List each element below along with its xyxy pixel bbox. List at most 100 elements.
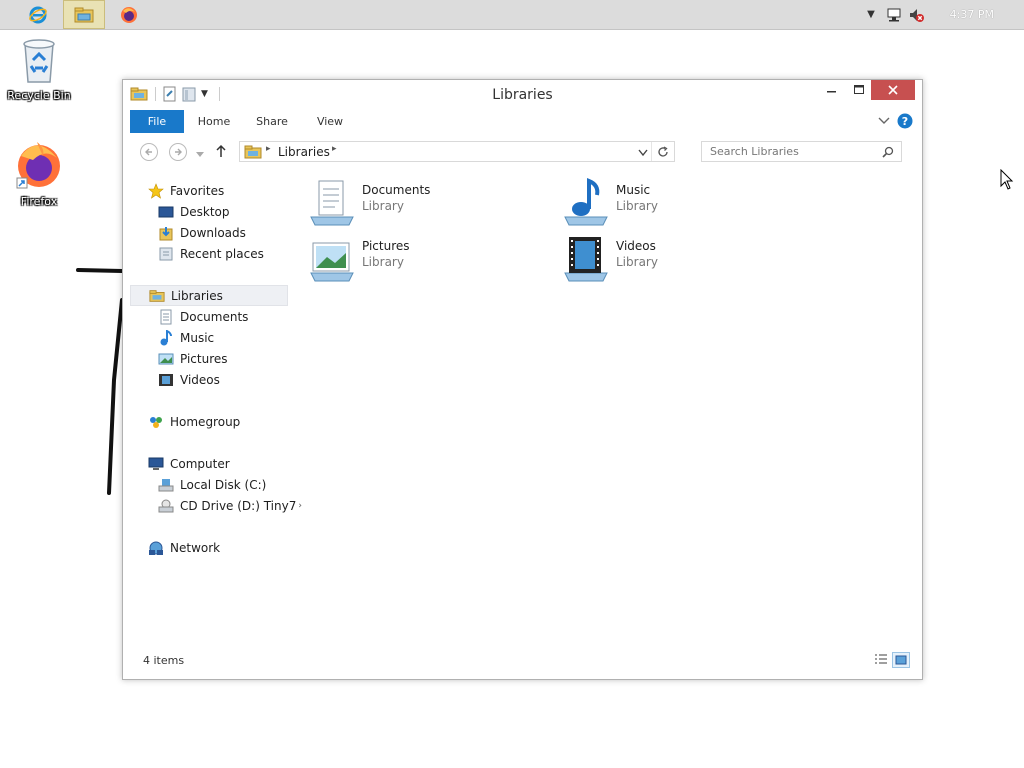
nav-local-disk[interactable]: Local Disk (C:) [158,474,266,495]
file-list: Documents Library Music Library Pictures… [293,175,903,625]
close-icon [888,85,898,95]
recent-places-icon [159,247,173,260]
library-item-videos[interactable]: Videos Library [561,233,801,283]
item-count: 4 items [143,654,185,667]
details-view-button[interactable] [874,653,888,668]
up-button[interactable] [215,144,227,161]
nav-label: Videos [180,372,220,387]
documents-icon [310,180,354,226]
nav-libraries[interactable]: Libraries [130,285,288,306]
music-icon [564,178,608,226]
library-item-music[interactable]: Music Library [561,177,801,227]
libraries-icon [149,289,165,302]
chevron-down-icon [196,152,204,157]
address-bar[interactable]: ▸ Libraries ▸ [239,141,675,162]
tab-view[interactable]: View [308,110,352,133]
title-bar[interactable]: ▼ Libraries [123,80,922,108]
search-box[interactable]: Search Libraries [701,141,902,162]
tab-home[interactable]: Home [192,110,236,133]
maximize-icon [853,85,864,94]
library-name: Documents [362,183,431,197]
tab-file[interactable]: File [130,110,184,133]
arrow-left-icon [145,148,152,156]
videos-icon [564,237,608,282]
library-name: Music [616,183,651,197]
nav-homegroup[interactable]: Homegroup [148,411,240,432]
nav-label: Local Disk (C:) [180,477,267,492]
expand-ribbon-button[interactable] [878,115,890,129]
music-icon [160,329,172,345]
large-icons-view-button[interactable] [892,652,910,668]
breadcrumb-libraries[interactable]: Libraries [278,145,330,159]
nav-computer[interactable]: Computer [148,453,230,474]
recent-locations-button[interactable] [196,147,204,161]
status-bar: 4 items [130,651,914,671]
minimize-button[interactable] [818,80,846,100]
nav-music[interactable]: Music [158,327,214,348]
tab-share[interactable]: Share [250,110,294,133]
nav-label: Desktop [180,204,230,219]
nav-cd-drive[interactable]: CD Drive (D:) Tiny7 › [158,495,302,516]
forward-button[interactable] [169,143,187,161]
nav-videos[interactable]: Videos [158,369,220,390]
library-type: Library [616,255,658,269]
pictures-icon [310,242,354,282]
arrow-right-icon [175,148,182,156]
nav-label: Libraries [171,288,223,303]
help-button[interactable]: ? [897,113,913,132]
videos-icon [159,373,173,386]
details-view-icon [875,654,887,664]
homegroup-icon [150,416,162,428]
nav-label: Computer [170,456,230,471]
navigation-bar: ▸ Libraries ▸ Search Libraries [130,140,914,164]
nav-label: Favorites [170,183,225,198]
library-name: Videos [616,239,656,253]
library-item-documents[interactable]: Documents Library [307,177,547,227]
search-icon[interactable] [882,146,894,158]
breadcrumb-separator-icon[interactable]: ▸ [266,144,271,154]
minimize-icon [827,91,836,93]
nav-label: Music [180,330,215,345]
chevron-down-icon [638,149,648,157]
star-icon [148,182,164,199]
nav-label: Pictures [180,351,228,366]
library-type: Library [362,199,404,213]
pictures-icon [158,353,174,364]
back-button[interactable] [140,143,158,161]
library-name: Pictures [362,239,410,253]
documents-icon [160,309,172,324]
address-history-button[interactable] [638,146,648,160]
nav-desktop[interactable]: Desktop [158,201,230,222]
ribbon-tab-bar: File Home Share View ? [130,110,914,133]
nav-documents[interactable]: Documents [158,306,248,327]
search-placeholder: Search Libraries [710,145,799,158]
nav-label: Documents [180,309,249,324]
libraries-icon [244,145,262,159]
close-button[interactable] [871,80,915,100]
refresh-icon [658,145,668,157]
downloads-icon [159,226,173,240]
nav-label: Homegroup [170,414,241,429]
nav-pictures[interactable]: Pictures [158,348,228,369]
desktop-icon [158,206,174,217]
mouse-cursor-icon [1000,169,1014,190]
breadcrumb-separator-icon[interactable]: ▸ [332,144,337,154]
library-item-pictures[interactable]: Pictures Library [307,233,547,283]
cd-drive-icon [158,499,174,512]
nav-favorites[interactable]: Favorites [148,180,224,201]
nav-label: Downloads [180,225,246,240]
library-type: Library [616,199,658,213]
nav-label: Recent places [180,246,264,261]
explorer-window: ▼ Libraries File Home Share View ? ▸ Lib… [122,79,923,680]
window-title: Libraries [492,87,553,103]
nav-network[interactable]: Network [148,537,220,558]
maximize-button[interactable] [846,80,872,100]
svg-text:?: ? [902,115,908,128]
nav-recent-places[interactable]: Recent places [158,243,264,264]
computer-icon [148,457,164,470]
help-icon: ? [897,113,913,129]
nav-label: Network [170,540,221,555]
nav-downloads[interactable]: Downloads [158,222,246,243]
refresh-button[interactable] [651,142,674,161]
local-disk-icon [158,478,174,491]
